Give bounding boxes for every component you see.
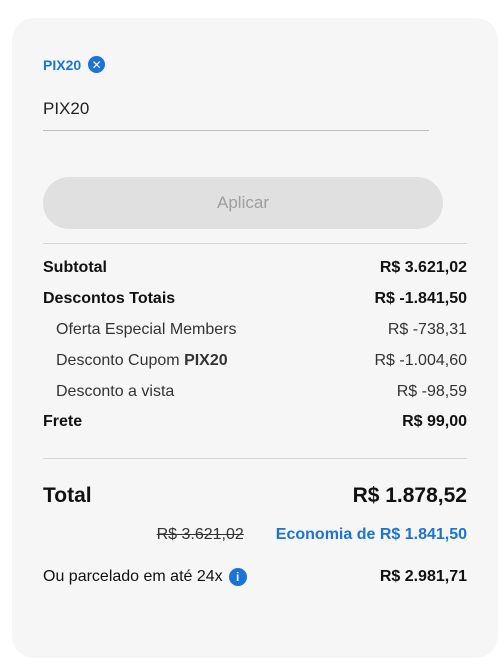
discounts-total-label: Descontos Totais (43, 290, 176, 307)
discount-item: Desconto a vista R$ -98,59 (43, 380, 467, 404)
installments-row: Ou parcelado em até 24x i R$ 2.981,71 (43, 564, 467, 590)
discount-item: Oferta Especial Members R$ -738,31 (43, 318, 467, 342)
subtotal-label: Subtotal (43, 259, 107, 276)
installments-label: Ou parcelado em até 24x (43, 568, 223, 586)
applied-coupon-tag: PIX20 ✕ (43, 56, 106, 73)
discount-item-value: R$ -738,31 (387, 321, 467, 338)
installments-label-group: Ou parcelado em até 24x i (43, 567, 247, 586)
economy-text: Economia de R$ 1.841,50 (275, 526, 467, 543)
coupon-input[interactable] (43, 88, 429, 131)
total-value: R$ 1.878,52 (352, 484, 467, 507)
apply-coupon-button[interactable]: Aplicar (43, 177, 443, 229)
shipping-row: Frete R$ 99,00 (43, 410, 467, 434)
discount-item-label: Oferta Especial Members (56, 321, 237, 338)
shipping-value: R$ 99,00 (402, 413, 467, 430)
info-icon[interactable]: i (228, 567, 247, 586)
discount-item-value: R$ -1.004,60 (374, 352, 467, 369)
divider (43, 458, 467, 459)
order-summary-card: PIX20 ✕ Aplicar Subtotal R$ 3.621,02 Des… (12, 18, 498, 658)
subtotal-value: R$ 3.621,02 (379, 259, 467, 276)
shipping-label: Frete (43, 413, 83, 430)
total-label: Total (43, 484, 92, 507)
economy-row: R$ 3.621,02 Economia de R$ 1.841,50 (43, 523, 467, 547)
discounts-total-row: Descontos Totais R$ -1.841,50 (43, 287, 467, 311)
discount-item-value: R$ -98,59 (396, 383, 467, 400)
discount-item-label: Desconto a vista (56, 383, 175, 400)
divider (43, 243, 467, 244)
discount-coupon-code: PIX20 (184, 352, 228, 369)
discount-item-label: Desconto Cupom PIX20 (56, 352, 228, 369)
discount-item: Desconto Cupom PIX20 R$ -1.004,60 (43, 349, 467, 373)
total-row: Total R$ 1.878,52 (43, 481, 467, 511)
applied-coupon-code: PIX20 (43, 56, 82, 73)
installments-value: R$ 2.981,71 (379, 568, 467, 585)
close-icon[interactable]: ✕ (88, 56, 106, 73)
original-price: R$ 3.621,02 (156, 526, 244, 543)
discounts-total-value: R$ -1.841,50 (374, 290, 467, 307)
subtotal-row: Subtotal R$ 3.621,02 (43, 256, 467, 280)
